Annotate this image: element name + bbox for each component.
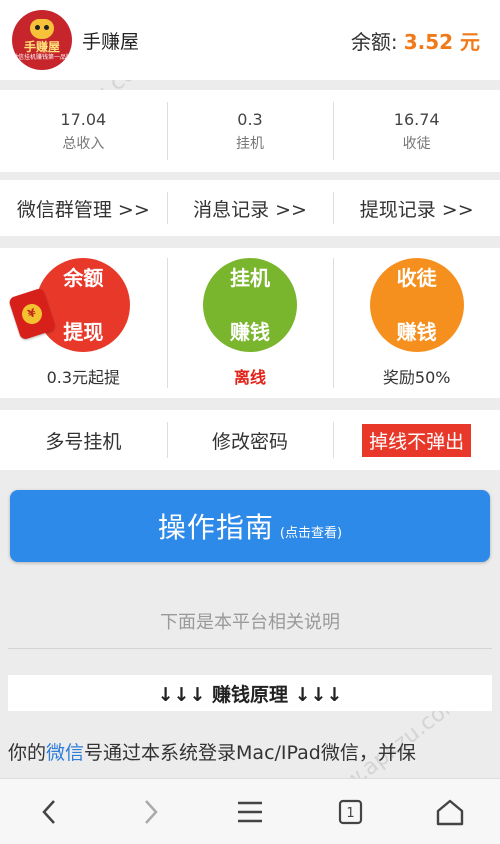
divider	[8, 648, 492, 649]
quick-links: 微信群管理 >> 消息记录 >> 提现记录 >>	[0, 180, 500, 236]
balance-display: 余额: 3.52 元	[351, 26, 480, 55]
browser-nav-bar: 1	[0, 778, 500, 844]
forward-button[interactable]	[100, 779, 200, 844]
home-button[interactable]	[400, 779, 500, 844]
home-icon	[436, 799, 464, 825]
action-panel: ¥ 余额提现 0.3元起提 挂机赚钱 离线 收徒赚钱 奖励50%	[0, 248, 500, 398]
red-envelope-icon: ¥	[8, 287, 57, 341]
withdraw-minimum-text: 0.3元起提	[46, 368, 121, 387]
para-prefix: 你的	[8, 742, 47, 764]
stat-label: 收徒	[402, 135, 431, 152]
back-button[interactable]	[0, 779, 100, 844]
stat-hangup[interactable]: 0.3 挂机	[166, 90, 334, 172]
options-bar: 多号挂机 修改密码 掉线不弹出	[0, 410, 500, 470]
wechat-group-manage-link[interactable]: 微信群管理 >>	[0, 180, 167, 236]
app-name: 手赚屋	[82, 30, 140, 53]
message-records-link[interactable]: 消息记录 >>	[166, 180, 334, 236]
button-line2: 赚钱	[230, 319, 270, 344]
menu-icon	[238, 801, 262, 822]
tabs-button[interactable]: 1	[300, 779, 400, 844]
stat-total-income[interactable]: 17.04 总收入	[0, 90, 167, 172]
no-popup-label: 掉线不弹出	[362, 423, 472, 457]
stat-value: 0.3	[237, 109, 263, 129]
app-header: 手赚屋 微信挂机赚钱第一品牌 手赚屋 余额: 3.52 元	[0, 0, 500, 80]
stat-label: 总收入	[62, 135, 105, 152]
guide-title: 操作指南	[157, 511, 274, 544]
change-password-button[interactable]: 修改密码	[166, 410, 334, 470]
balance-value: 3.52 元	[403, 29, 480, 54]
button-line2: 提现	[63, 319, 104, 344]
wechat-link[interactable]: 微信	[46, 742, 84, 764]
stat-apprentice[interactable]: 16.74 收徒	[333, 90, 500, 172]
earning-principle-heading: ↓↓↓ 赚钱原理 ↓↓↓	[8, 675, 492, 711]
app-logo: 手赚屋 微信挂机赚钱第一品牌	[12, 10, 72, 70]
apprentice-action[interactable]: 收徒赚钱 奖励50%	[333, 248, 500, 398]
stat-value: 16.74	[393, 109, 440, 129]
menu-button[interactable]	[200, 779, 300, 844]
hangup-action[interactable]: 挂机 赚钱 离线	[166, 248, 334, 398]
explanation-paragraph: 你的微信号通过本系统登录Mac/IPad微信，并保	[8, 738, 492, 778]
withdraw-records-link[interactable]: 提现记录 >>	[333, 180, 500, 236]
balance-label: 余额:	[350, 29, 398, 54]
para-rest: 号通过本系统登录Mac/IPad微信，并保	[84, 742, 416, 764]
button-line2: 赚钱	[396, 319, 437, 344]
platform-note: 下面是本平台相关说明	[160, 612, 340, 633]
stat-label: 挂机	[236, 135, 264, 152]
forward-icon	[145, 799, 158, 824]
hangup-earn-button[interactable]: 挂机 赚钱	[203, 258, 297, 352]
stat-value: 17.04	[60, 109, 107, 129]
logo-subtext: 微信挂机赚钱第一品牌	[12, 53, 73, 61]
mascot-icon	[30, 18, 54, 39]
stats-panel: 17.04 总收入 0.3 挂机 16.74 收徒	[0, 90, 500, 172]
button-line1: 余额	[63, 265, 104, 290]
apprentice-earn-button[interactable]: 收徒 赚钱	[369, 258, 464, 352]
withdraw-action[interactable]: ¥ 余额提现 0.3元起提	[0, 248, 167, 398]
multi-account-button[interactable]: 多号挂机	[0, 410, 167, 470]
tab-count: 1	[346, 806, 354, 821]
reward-text: 奖励50%	[382, 368, 451, 387]
offline-status: 离线	[234, 368, 267, 387]
guide-hint: (点击查看)	[279, 525, 343, 541]
operation-guide-button[interactable]: 操作指南 (点击查看)	[10, 490, 490, 562]
tabs-icon: 1	[338, 799, 363, 824]
logo-text: 手赚屋	[23, 39, 60, 54]
button-line1: 收徒	[396, 265, 437, 290]
no-popup-toggle[interactable]: 掉线不弹出	[333, 410, 500, 470]
button-line1: 挂机	[230, 265, 270, 290]
withdraw-button[interactable]: ¥ 余额提现	[8, 258, 131, 352]
back-icon	[42, 799, 55, 824]
